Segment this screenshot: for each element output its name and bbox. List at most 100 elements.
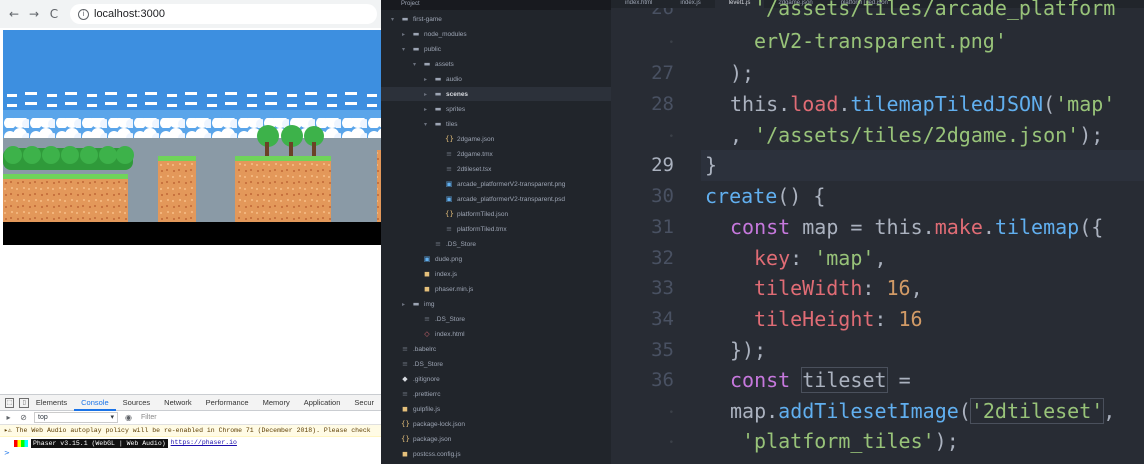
tab-network[interactable]: Network	[157, 395, 199, 411]
tree-item[interactable]: ▸ ▬ audio	[424, 72, 462, 86]
chevron-down-icon[interactable]: ▾	[391, 16, 397, 23]
chevron-right-icon[interactable]: ▸	[424, 106, 430, 113]
tree-item-label: 2dgame.tmx	[457, 150, 493, 158]
tab-sources[interactable]: Sources	[116, 395, 158, 411]
chevron-down-icon[interactable]: ▾	[402, 46, 408, 53]
warning-icon: ▸⚠	[4, 427, 16, 434]
tab-security[interactable]: Secur	[347, 395, 381, 411]
code-pane: 26 • 27 28 • 29 30 31 32 33 34 35 36 • • index.html in…	[611, 0, 1144, 464]
tab-performance[interactable]: Performance	[199, 395, 256, 411]
js-icon: ◼	[424, 285, 430, 293]
chevron-right-icon[interactable]: ▸	[424, 91, 430, 98]
line-number: •	[668, 132, 674, 142]
line-number: •	[668, 438, 674, 448]
tab-index-html[interactable]: index.html	[611, 0, 666, 8]
code-line-35[interactable]: });	[730, 338, 766, 362]
tab-elements[interactable]: Elements	[29, 395, 74, 411]
folder-icon: ▬	[412, 45, 420, 53]
phaser-link[interactable]: https://phaser.io	[171, 437, 237, 449]
line-number: •	[668, 38, 674, 48]
folder-icon: ▬	[434, 105, 442, 113]
code-line-30[interactable]: create() {	[705, 184, 825, 208]
tree-item[interactable]: ▣ dude.png	[413, 252, 462, 266]
tree-item[interactable]: {} 2dgame.json	[435, 132, 494, 146]
console-prompt[interactable]: >	[0, 449, 381, 460]
console-toolbar: ▸ ⊘ top ◉ Filter	[0, 411, 381, 425]
tree-item[interactable]: ▾ ▬ assets	[413, 57, 454, 71]
code-token: tileWidth	[754, 276, 863, 300]
chevron-down-icon[interactable]: ▾	[424, 121, 430, 128]
tree-item[interactable]: {} platformTiled.json	[435, 207, 508, 221]
tree-item[interactable]: ▾ ▬ first-game	[391, 12, 442, 26]
url-text[interactable]: localhost:3000	[94, 8, 165, 20]
reload-icon[interactable]: C	[46, 6, 62, 22]
code-line-27[interactable]: );	[730, 61, 754, 85]
tree-item[interactable]: ▣ arcade_platformerV2-transparent.psd	[435, 192, 565, 206]
tree-item[interactable]: {} package-lock.json	[391, 417, 465, 431]
tree-item[interactable]: ◼ phaser.min.js	[413, 282, 473, 296]
chevron-down-icon[interactable]: ▾	[413, 61, 419, 68]
tree-item[interactable]: ▾ ▬ public	[402, 42, 441, 56]
tree-item[interactable]: ≡ platformTiled.tmx	[435, 222, 507, 236]
tree-item[interactable]: {} package.json	[391, 432, 451, 446]
phaser-version: Phaser v3.15.1 (WebGL | Web Audio)	[31, 438, 168, 448]
eye-icon[interactable]: ◉	[124, 413, 133, 422]
tree-item[interactable]: ▣ arcade_platformerV2-transparent.png	[435, 177, 566, 191]
tree-item[interactable]: ◇ index.html	[413, 327, 464, 341]
code-line-33[interactable]: tileWidth: 16,	[754, 276, 923, 300]
device-toggle-icon[interactable]: ▯	[19, 397, 29, 408]
code-line-28[interactable]: this.load.tilemapTiledJSON('map'	[730, 92, 1115, 116]
tree-item[interactable]: ◼ postcss.config.js	[391, 447, 461, 461]
sidebar-toggle-icon[interactable]: ▸	[4, 413, 13, 422]
tree-item[interactable]: ◆ .gitignore	[391, 372, 439, 386]
tree-item-label: scenes	[446, 90, 469, 98]
tree-item[interactable]: ≡ .DS_Store	[424, 237, 476, 251]
tree-item[interactable]: ◼ index.js	[413, 267, 457, 281]
chevron-right-icon[interactable]: ▸	[424, 76, 430, 83]
file-icon: ≡	[402, 345, 408, 353]
tree-item[interactable]: ≡ 2dtileset.tsx	[435, 162, 491, 176]
chevron-right-icon[interactable]: ▸	[402, 31, 408, 38]
tree-item[interactable]: ▸ ▬ scenes	[381, 87, 611, 101]
inspect-icon[interactable]: ⬚	[5, 397, 15, 408]
code-token: 16	[886, 276, 911, 300]
tree-item[interactable]: ▸ ▬ node_modules	[402, 27, 467, 41]
back-icon[interactable]: ←	[6, 6, 22, 22]
tab-console[interactable]: Console	[74, 395, 116, 411]
tree-item[interactable]: ≡ .DS_Store	[413, 312, 465, 326]
line-number: 29	[651, 154, 674, 176]
tree-item[interactable]: ▾ ▬ tiles	[424, 117, 458, 131]
tree-item[interactable]: ≡ 2dgame.tmx	[435, 147, 493, 161]
tree-item[interactable]: ◼ gulpfile.js	[391, 402, 440, 416]
tree-item[interactable]: ≡ .prettierrc	[391, 387, 440, 401]
code-line-29[interactable]: }	[705, 153, 717, 177]
code-line-28b[interactable]: , '/assets/tiles/2dgame.json');	[730, 123, 1103, 147]
code-line-26b[interactable]: erV2-transparent.png'	[754, 29, 1007, 53]
code-line-36b[interactable]: map.addTilesetImage('2dtileset',	[730, 398, 1115, 424]
code-line-32[interactable]: key: 'map',	[754, 246, 886, 270]
tree-item[interactable]: ▸ ▬ img	[402, 297, 434, 311]
tab-index-js[interactable]: index.js	[666, 0, 714, 8]
chevron-right-icon[interactable]: ▸	[402, 301, 408, 308]
code-line-36c[interactable]: 'platform_tiles');	[742, 429, 959, 453]
tree-item[interactable]: ≡ .babelrc	[391, 342, 436, 356]
tab-memory[interactable]: Memory	[256, 395, 297, 411]
forward-icon[interactable]: →	[26, 6, 42, 22]
console-filter-input[interactable]: Filter	[139, 412, 199, 423]
code-line-26a[interactable]: '/assets/tiles/arcade_platform	[754, 0, 1115, 20]
address-bar[interactable]: i localhost:3000	[70, 4, 377, 24]
code-line-34[interactable]: tileHeight: 16	[754, 307, 923, 331]
tree-item[interactable]: ≡ .DS_Store	[391, 357, 443, 371]
project-tree: Project ▾ ▬ first-game ▸ ▬ node_modules ▾ ▬ publ…	[381, 0, 611, 464]
context-select[interactable]: top	[34, 412, 118, 423]
tree-item[interactable]: ▸ ▬ sprites	[424, 102, 465, 116]
code-line-36[interactable]: const tileset =	[730, 367, 911, 393]
game-canvas[interactable]	[3, 30, 381, 245]
code-token: tileset	[801, 367, 888, 393]
code-token: (	[1043, 92, 1056, 116]
code-line-31[interactable]: const map = this.make.tilemap({	[730, 215, 1103, 239]
clear-console-icon[interactable]: ⊘	[19, 413, 28, 422]
tab-application[interactable]: Application	[297, 395, 348, 411]
file-icon: ≡	[446, 225, 452, 233]
info-icon[interactable]: i	[78, 8, 89, 20]
